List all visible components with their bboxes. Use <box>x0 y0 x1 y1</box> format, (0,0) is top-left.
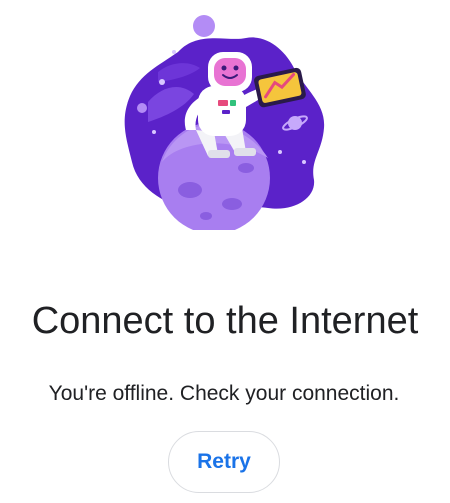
retry-label: Retry <box>197 450 251 473</box>
astronaut-on-planet-icon <box>124 15 325 230</box>
page-title: Connect to the Internet <box>31 300 419 343</box>
offline-page: Connect to the Internet You're offline. … <box>0 0 450 503</box>
retry-button[interactable]: Retry <box>168 431 280 493</box>
offline-message: You're offline. Check your connection. <box>48 382 400 405</box>
